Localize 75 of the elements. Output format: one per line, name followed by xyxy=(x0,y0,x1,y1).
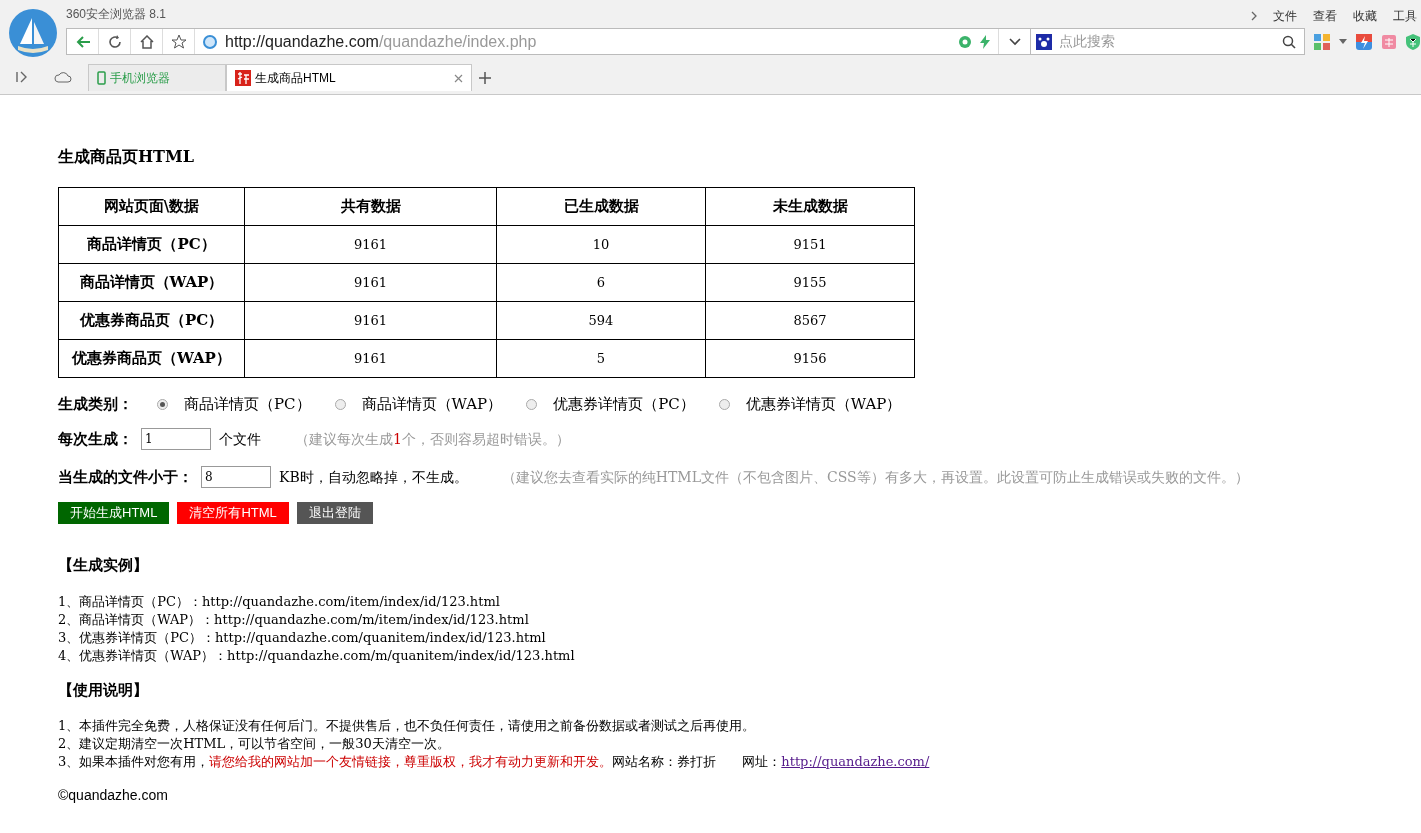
logout-button[interactable]: 退出登陆 xyxy=(296,502,373,524)
field-label: 每次生成： xyxy=(58,428,133,450)
table-cell: 594 xyxy=(496,301,706,340)
menu-item[interactable]: 文件 xyxy=(1273,6,1297,25)
unit-text: KB时，自动忽略掉，不生成。 xyxy=(279,467,468,487)
window-title: 360安全浏览器 8.1 xyxy=(66,6,167,23)
menu-item[interactable]: 查看 xyxy=(1313,6,1337,25)
table-cell: 9161 xyxy=(244,263,497,302)
url-text[interactable]: http://quandazhe.com/quandazhe/index.php xyxy=(225,29,958,54)
column-header: 网站页面\数据 xyxy=(58,187,245,226)
close-icon[interactable] xyxy=(454,73,463,83)
apps-icon xyxy=(1313,32,1331,51)
unit-text: 个文件 xyxy=(219,429,261,449)
radio-label: 优惠券详情页（WAP） xyxy=(745,393,902,415)
sailboat-logo-icon xyxy=(8,8,58,58)
usage-note: 1、本插件完全免费，人格保证没有任何后门。不提供售后，也不负任何责任，请使用之前备份数据或者测试之后再使用。 xyxy=(58,717,757,735)
example-line: 3、优惠券详情页（PC）：http://quandazhe.com/quanitem/index/id/123.html xyxy=(58,628,547,647)
radio-button[interactable] xyxy=(526,398,538,410)
shield-icon xyxy=(1405,32,1421,51)
radio-button[interactable] xyxy=(718,398,730,410)
table-cell: 9155 xyxy=(705,263,915,302)
column-header: 共有数据 xyxy=(244,187,497,226)
search-placeholder: 点此搜索 xyxy=(1059,32,1116,51)
field-label: 生成类别： xyxy=(58,393,133,415)
field-label: 当生成的文件小于： xyxy=(58,466,193,488)
phone-icon xyxy=(97,71,106,85)
example-line: 4、优惠券详情页（WAP）：http://quandazhe.com/m/quanitem/index/id/123.html xyxy=(58,646,576,665)
menu-item[interactable]: 工具 xyxy=(1393,6,1417,25)
table-cell: 9151 xyxy=(705,225,915,264)
row-header: 商品详情页（WAP） xyxy=(58,263,245,302)
table-cell: 9161 xyxy=(244,225,497,264)
input-field[interactable]: 8 xyxy=(201,466,271,488)
table-cell: 10 xyxy=(496,225,706,264)
menu-item[interactable]: 收藏 xyxy=(1353,6,1377,25)
copyright-text: ©quandazhe.com xyxy=(58,786,169,805)
plus-icon[interactable] xyxy=(479,72,491,84)
row-header: 商品详情页（PC） xyxy=(58,225,245,264)
column-header: 未生成数据 xyxy=(705,187,915,226)
section-heading: 【生成实例】 xyxy=(58,555,149,576)
clear-button[interactable]: 清空所有HTML xyxy=(177,502,289,524)
table-cell: 9156 xyxy=(705,339,915,378)
start-button[interactable]: 开始生成HTML xyxy=(58,502,170,524)
search-icon xyxy=(1282,34,1296,49)
radio-label: 商品详情页（PC） xyxy=(184,393,311,415)
colorful-square-icon xyxy=(1355,32,1373,51)
usage-note: 3、如果本插件对您有用，请您给我的网站加一个友情链接，尊重版权，我才有动力更新和开发。网站名称：券打折 网址：http://quandazhe.com/ xyxy=(58,753,931,771)
table-cell: 9161 xyxy=(244,339,497,378)
radio-button[interactable] xyxy=(334,398,346,410)
hint-text: （建议每次生成1个，否则容易超时错误。） xyxy=(295,429,570,449)
globe-icon xyxy=(203,34,217,49)
table-cell: 5 xyxy=(496,339,706,378)
hint-text: （建议您去查看实际的纯HTML文件（不包含图片、CSS等）有多大，再设置。此设置可防止生成错误或失败的文件。） xyxy=(501,467,1249,487)
caret-icon xyxy=(1339,39,1347,44)
address-bar[interactable]: http://quandazhe.com/quandazhe/index.php xyxy=(66,28,1031,55)
lightning-icon xyxy=(980,34,990,49)
example-line: 2、商品详情页（WAP）：http://quandazhe.com/m/item/index/id/123.html xyxy=(58,610,530,629)
row-header: 优惠券商品页（PC） xyxy=(58,301,245,340)
column-header: 已生成数据 xyxy=(496,187,706,226)
browser-tab[interactable]: 生成商品HTML xyxy=(226,64,472,91)
chevron-icon[interactable] xyxy=(1251,10,1257,21)
input-field[interactable]: 1 xyxy=(141,428,211,450)
radio-button[interactable] xyxy=(157,398,168,410)
example-line: 1、商品详情页（PC）：http://quandazhe.com/item/index/id/123.html xyxy=(58,592,501,611)
section-heading: 【使用说明】 xyxy=(58,679,149,701)
usage-note: 2、建议定期清空一次HTML，可以节省空间，一般30天清空一次。 xyxy=(58,735,451,753)
radio-label: 优惠券详情页（PC） xyxy=(553,393,695,415)
link[interactable]: http://quandazhe.com/ xyxy=(781,754,930,769)
paw-icon xyxy=(1035,32,1055,51)
cloud-icon xyxy=(54,71,72,83)
table-cell: 6 xyxy=(496,263,706,302)
row-header: 优惠券商品页（WAP） xyxy=(58,339,245,378)
table-cell: 9161 xyxy=(244,301,497,340)
page-heading: 生成商品页HTML xyxy=(58,146,195,168)
radio-label: 商品详情页（WAP） xyxy=(361,393,503,415)
table-cell: 8567 xyxy=(705,301,915,340)
